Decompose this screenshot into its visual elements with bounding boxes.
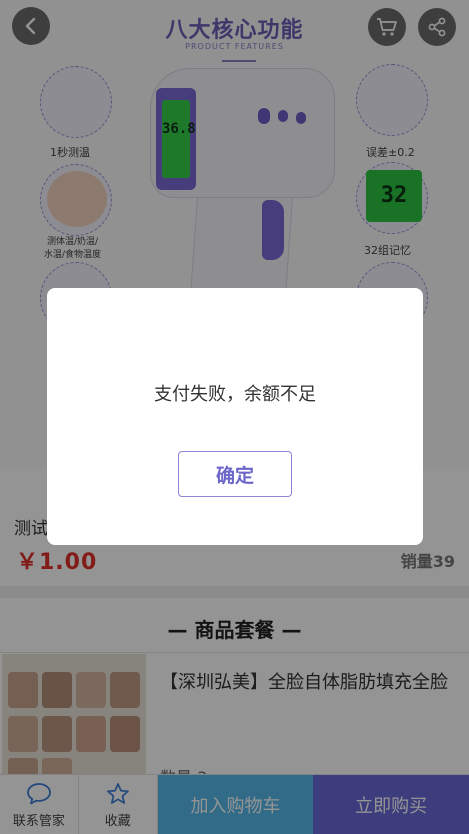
dialog-message: 支付失败，余额不足 (154, 384, 316, 405)
payment-failed-dialog: 支付失败，余额不足 确定 (47, 288, 423, 545)
confirm-button[interactable]: 确定 (178, 451, 292, 497)
